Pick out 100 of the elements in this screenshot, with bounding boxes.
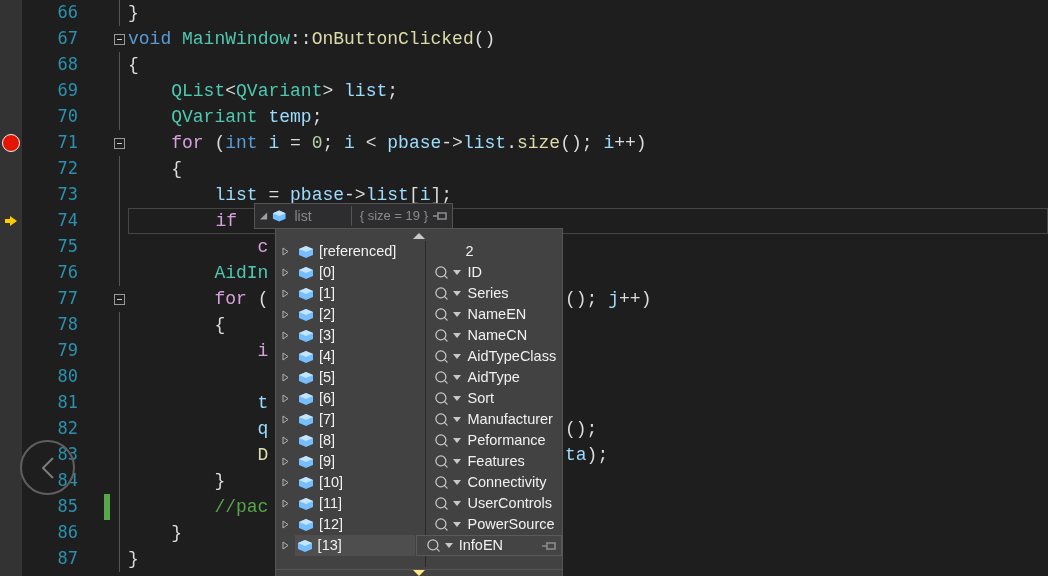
code-line: } — [128, 547, 139, 571]
caret-icon[interactable] — [453, 312, 462, 317]
search-icon[interactable] — [434, 496, 450, 511]
tree-row[interactable]: [referenced] — [295, 241, 425, 262]
caret-icon[interactable] — [453, 354, 462, 359]
code-line: } — [128, 1, 139, 25]
search-icon[interactable] — [434, 454, 450, 469]
expand-icon[interactable] — [282, 352, 290, 361]
caret-icon[interactable] — [453, 459, 462, 464]
code-line: QList<QVariant> list; — [170, 79, 399, 103]
line-number: 70 — [57, 106, 78, 127]
line-number: 78 — [57, 314, 78, 335]
expand-icon[interactable] — [282, 268, 290, 277]
collapse-icon[interactable] — [113, 33, 125, 45]
code-line: } — [170, 521, 182, 545]
value-cell: AidType — [425, 367, 562, 388]
value-cell: InfoEN — [415, 535, 562, 556]
pin-icon[interactable] — [432, 211, 448, 221]
caret-icon[interactable] — [453, 291, 462, 296]
tree-row[interactable]: [3] — [295, 325, 425, 346]
collapse-icon[interactable] — [113, 293, 125, 305]
cube-icon — [296, 538, 313, 553]
line-number: 75 — [57, 236, 78, 257]
caret-icon[interactable] — [453, 333, 462, 338]
code-line: { — [170, 157, 182, 181]
caret-icon[interactable] — [453, 522, 462, 527]
caret-icon[interactable] — [453, 501, 462, 506]
value-cell: UserControls — [425, 493, 562, 514]
caret-icon[interactable] — [453, 375, 462, 380]
value-cell: Sort — [425, 388, 562, 409]
value-cell: ID — [425, 262, 562, 283]
code-line: for ( — [213, 287, 269, 311]
caret-icon[interactable] — [453, 270, 462, 275]
variable-value: { size = 19 } — [359, 207, 428, 226]
tree-row[interactable]: [9] — [295, 451, 425, 472]
search-icon[interactable] — [434, 307, 450, 322]
value-cell: Series — [425, 283, 562, 304]
tree-row[interactable]: [7] — [295, 409, 425, 430]
tree-row[interactable]: [6] — [295, 388, 425, 409]
caret-icon[interactable] — [453, 438, 462, 443]
code-line: q — [256, 417, 269, 441]
tree-row[interactable]: [12] — [295, 514, 425, 535]
tree-row[interactable]: [11] — [295, 493, 425, 514]
search-icon[interactable] — [434, 391, 450, 406]
scroll-down-icon[interactable] — [413, 570, 425, 576]
search-icon[interactable] — [434, 370, 450, 385]
search-icon[interactable] — [434, 328, 450, 343]
expand-icon[interactable] — [282, 457, 290, 466]
expand-icon[interactable] — [282, 478, 290, 487]
expand-icon[interactable] — [281, 541, 289, 550]
expand-icon[interactable] — [282, 289, 290, 298]
line-number: 71 — [57, 132, 78, 153]
expand-icon[interactable] — [282, 499, 290, 508]
scroll-up-icon[interactable] — [413, 231, 425, 239]
tree-row[interactable]: [8] — [295, 430, 425, 451]
search-icon[interactable] — [434, 286, 450, 301]
collapse-icon[interactable] — [113, 137, 125, 149]
expand-icon[interactable] — [282, 310, 290, 319]
tree-row[interactable]: [0] — [295, 262, 425, 283]
expand-icon[interactable] — [282, 415, 290, 424]
caret-icon[interactable] — [444, 543, 453, 548]
expand-icon[interactable] — [282, 331, 290, 340]
variable-name: list — [294, 206, 312, 226]
tree-row[interactable]: [5] — [295, 367, 425, 388]
search-icon[interactable] — [434, 517, 450, 532]
line-number: 85 — [57, 496, 78, 517]
expand-icon[interactable] — [282, 394, 290, 403]
caret-icon[interactable] — [453, 417, 462, 422]
caret-icon[interactable] — [453, 396, 462, 401]
line-number: 83 — [57, 444, 78, 465]
expand-icon[interactable] — [282, 373, 290, 382]
expand-icon[interactable] — [259, 211, 268, 221]
code-line: t — [256, 391, 269, 415]
search-icon[interactable] — [425, 538, 441, 553]
cube-icon — [297, 349, 314, 364]
cube-icon — [297, 370, 314, 385]
expand-icon[interactable] — [282, 520, 290, 529]
search-icon[interactable] — [434, 475, 450, 490]
tree-row[interactable]: [2] — [295, 304, 425, 325]
value-cell: AidTypeClass — [425, 346, 562, 367]
caret-icon[interactable] — [453, 480, 462, 485]
cube-icon — [297, 475, 314, 490]
tree-row[interactable]: [4] — [295, 346, 425, 367]
cube-icon — [297, 412, 314, 427]
code-line: QVariant temp; — [170, 105, 323, 129]
search-icon[interactable] — [434, 265, 450, 280]
value-cell: NameEN — [425, 304, 562, 325]
search-icon[interactable] — [434, 412, 450, 427]
expand-icon[interactable] — [282, 247, 290, 256]
pin-icon[interactable] — [541, 540, 557, 551]
tree-row[interactable]: [10] — [295, 472, 425, 493]
code-line: (); j++) — [565, 288, 652, 309]
tree-row[interactable]: [1] — [295, 283, 425, 304]
search-icon[interactable] — [434, 433, 450, 448]
code-line: AidIn — [213, 261, 269, 285]
line-number: 82 — [57, 418, 78, 439]
code-line: for (int i = 0; i < pbase->list.size(); i++) — [170, 131, 647, 155]
search-icon[interactable] — [434, 349, 450, 364]
expand-icon[interactable] — [282, 436, 290, 445]
tree-row[interactable]: [13] — [294, 535, 415, 556]
